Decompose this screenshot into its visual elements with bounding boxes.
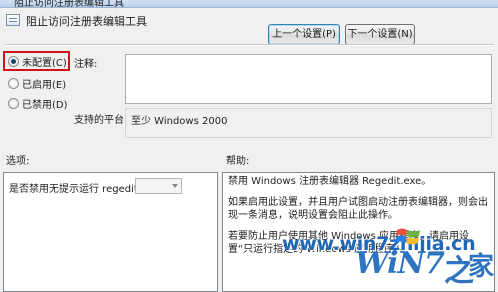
window-title: 阻止访问注册表编辑工具 [14,0,124,8]
radio-icon[interactable] [8,77,19,89]
watermark-brand: WiN7 [355,246,445,281]
radio-enabled[interactable]: 已启用(E) [8,76,67,91]
radio-disabled[interactable]: 已禁用(D) [8,96,68,111]
options-question: 是否禁用无提示运行 regedit？ [9,184,148,195]
header-separator [4,44,494,46]
policy-setting-icon [6,14,20,26]
prev-setting-button[interactable]: 上一个设置(P) [268,24,340,45]
radio-icon[interactable] [8,97,19,109]
title-bar: 阻止访问注册表编辑工具 [0,0,498,8]
radio-checked-icon[interactable] [8,55,19,67]
supported-on-value: 至少 Windows 2000 [131,116,228,127]
radio-label: 未配置(C) [22,57,67,69]
watermark-home: 家 [468,252,495,282]
help-label: 帮助: [226,156,250,167]
help-paragraph: 禁用 Windows 注册表编辑器 Regedit.exe。 [228,176,432,187]
supported-on-label: 支持的平台: [74,115,128,126]
help-paragraph: 如果启用此设置，并且用户试图启动注册表编辑器，则会出现一条消息，说明设置会阻止此… [228,197,488,221]
policy-name: 阻止访问注册表编辑工具 [26,15,147,28]
options-label: 选项: [6,156,30,167]
radio-label: 已禁用(D) [22,99,68,111]
radio-not-configured[interactable]: 未配置(C) [8,54,67,69]
radio-label: 已启用(E) [22,79,67,91]
comment-label: 注释: [74,59,98,70]
comment-field[interactable] [125,54,492,104]
next-setting-button[interactable]: 下一个设置(N) [345,24,415,45]
options-dropdown[interactable] [135,178,182,194]
chevron-down-icon [172,184,178,188]
